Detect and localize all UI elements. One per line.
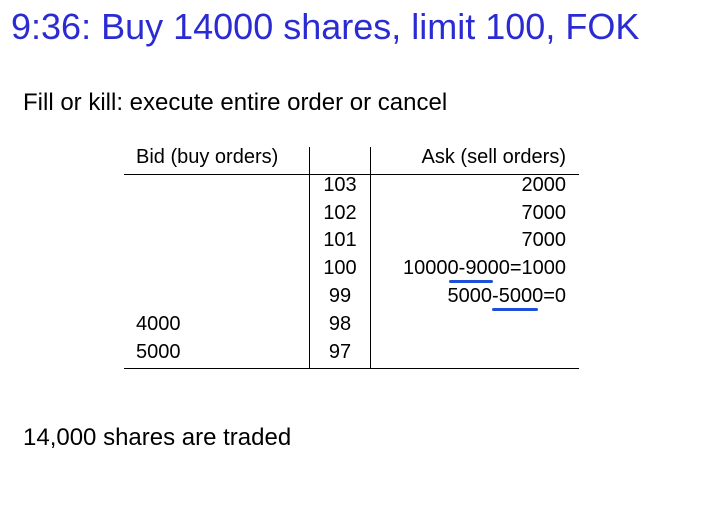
bid-cell: 4000 — [136, 313, 181, 335]
bid-cell: 5000 — [136, 341, 181, 363]
ask-cell: 10000-9000=1000 — [403, 257, 566, 279]
price-cell: 103 — [323, 174, 357, 196]
ask-cell: 5000-5000=0 — [447, 285, 566, 307]
slide-title: 9:36: Buy 14000 shares, limit 100, FOK — [11, 6, 640, 47]
price-cell: 99 — [328, 285, 352, 307]
ask-column-header: Ask (sell orders) — [421, 146, 566, 168]
underline-annotation-9000 — [449, 280, 493, 283]
ask-cell: 2000 — [521, 174, 567, 196]
price-cell: 102 — [323, 202, 357, 224]
traded-summary: 14,000 shares are traded — [23, 424, 292, 451]
ask-cell: 7000 — [521, 229, 567, 251]
price-cell: 97 — [328, 341, 352, 363]
underline-annotation-5000 — [492, 308, 538, 311]
ask-cell: 7000 — [521, 202, 567, 224]
price-cell: 98 — [328, 313, 352, 335]
bid-column-header: Bid (buy orders) — [136, 146, 279, 168]
table-bottom-rule — [124, 368, 579, 369]
price-cell: 101 — [323, 229, 357, 251]
price-ask-divider — [370, 147, 371, 369]
order-book-table: Bid (buy orders) Ask (sell orders) 103 2… — [124, 142, 579, 369]
price-cell: 100 — [323, 257, 357, 279]
subtitle: Fill or kill: execute entire order or ca… — [23, 89, 448, 116]
